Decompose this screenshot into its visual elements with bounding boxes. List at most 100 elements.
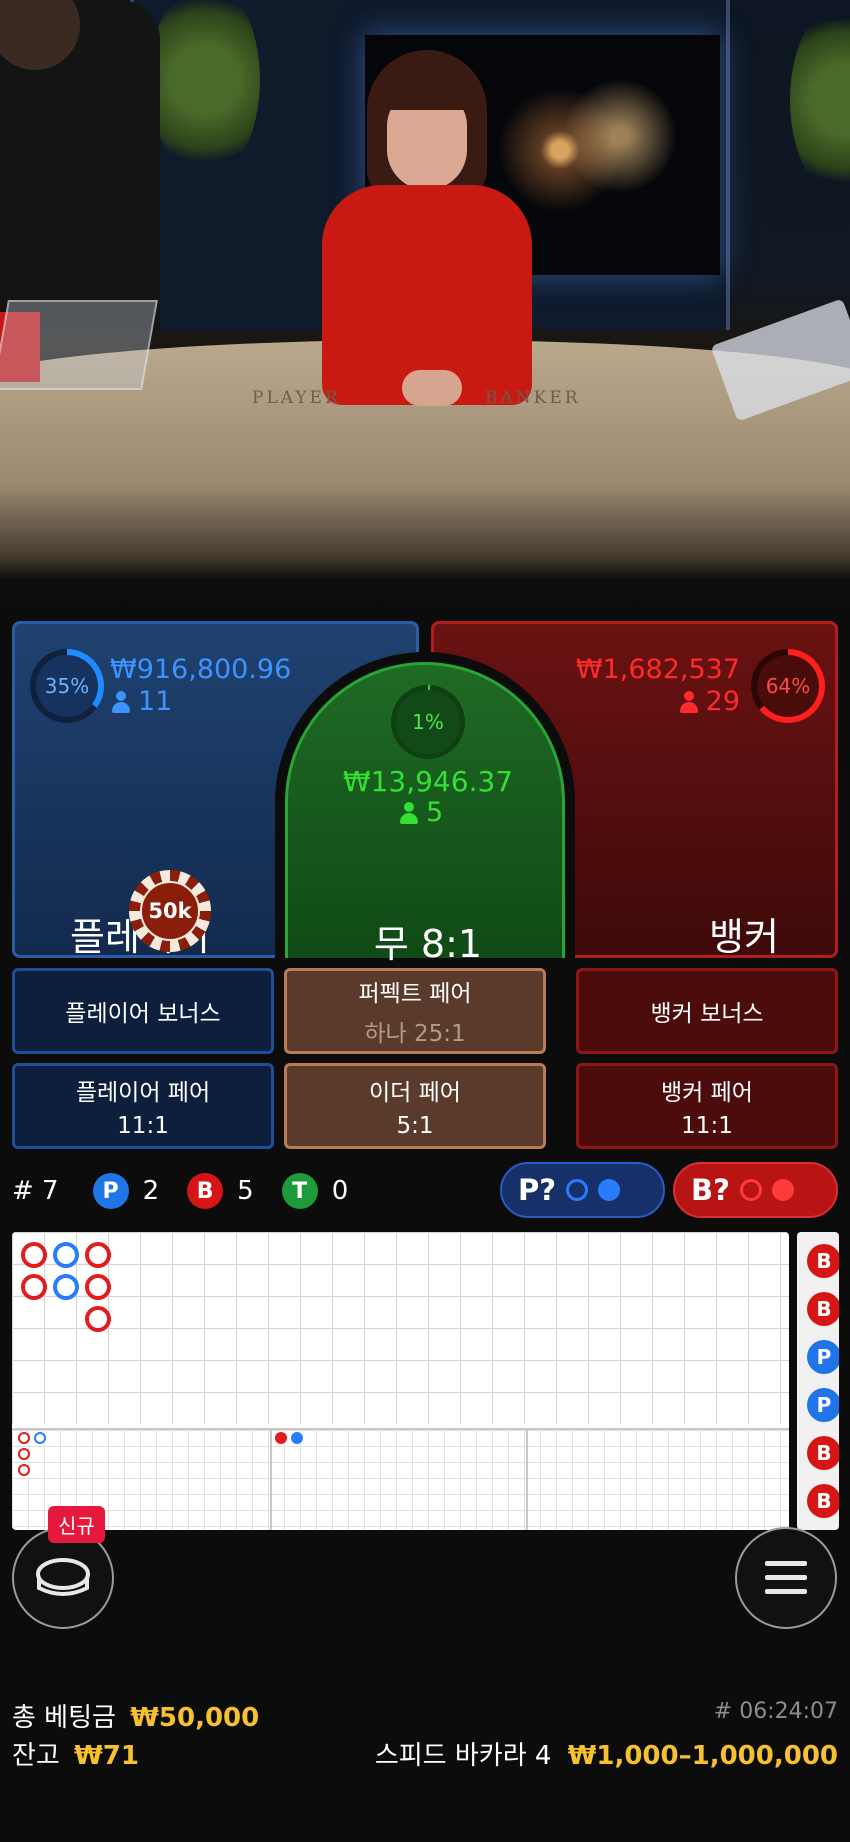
round-id: # 06:24:07 [713,1699,838,1724]
side-bead-banker: B [807,1244,839,1278]
derived-road-grid [12,1428,789,1530]
tie-percent: 1% [396,690,460,754]
player-bettors: 11 [112,686,172,717]
side-bead-player: P [807,1340,839,1374]
road-bead-player [53,1242,79,1268]
road-bead-banker [85,1242,111,1268]
banker-bettors-count: 29 [705,686,740,717]
mini-road-blue [34,1432,46,1444]
player-ask-button[interactable]: P? [500,1162,665,1218]
player-bettors-count: 11 [138,686,173,717]
live-video-feed: PLAYER BANKER [0,0,850,620]
balance: 잔고 ₩71 [12,1735,139,1772]
total-bet-label: 총 베팅금 [12,1703,116,1733]
big-road-grid [12,1232,789,1424]
player-total-amount: ₩916,800.96 [110,654,292,685]
perfect-pair-odds: 하나 25:1 [364,1021,466,1047]
either-pair-odds: 5:1 [396,1113,434,1139]
table-banker-word: BANKER [485,388,581,408]
placed-chip[interactable]: 50k [129,870,211,952]
banker-ask-label: B? [691,1173,730,1207]
player-percent: 35% [36,655,98,717]
total-bet-value: ₩50,000 [130,1703,260,1733]
new-badge: 신규 [48,1506,105,1543]
table-player-word: PLAYER [252,388,341,408]
side-bead-banker: B [807,1436,839,1470]
player-wins-stat: P 2 [92,1173,160,1209]
mini-road-red [18,1448,30,1460]
table-name: 스피드 바카라 4 [374,1741,552,1771]
banker-ask-button[interactable]: B? [673,1162,838,1218]
chat-icon [36,1558,90,1596]
player-percent-ring: 35% [30,649,104,723]
banker-bonus-button[interactable]: 뱅커 보너스 [576,968,838,1054]
player-ask-label: P? [518,1173,557,1207]
player-wins-count: 2 [142,1176,160,1206]
tie-percent-ring: 1% [391,685,465,759]
table-info: 스피드 바카라 4 ₩1,000–1,000,000 [375,1735,838,1772]
side-bead-banker: B [807,1484,839,1518]
solid-blue-icon [598,1179,621,1201]
road-bead-player [53,1274,79,1300]
side-bead-banker: B [807,1292,839,1326]
balance-label: 잔고 [12,1741,60,1771]
tie-bet-zone[interactable]: 1% ₩13,946.37 5 무 8:1 [275,652,575,966]
tie-wins-stat: T 0 [281,1173,349,1209]
banker-dot-icon: B [187,1173,224,1209]
table-limits: ₩1,000–1,000,000 [567,1741,838,1771]
player-pair-button[interactable]: 플레이어 페어 11:1 [12,1063,274,1149]
person-icon [400,801,418,824]
banker-pair-button[interactable]: 뱅커 페어 11:1 [576,1063,838,1149]
banker-total-amount: ₩1,682,537 [575,654,740,685]
menu-button[interactable] [735,1527,837,1629]
tie-total-amount: ₩13,946.37 [342,765,514,798]
player-bonus-button[interactable]: 플레이어 보너스 [12,968,274,1054]
person-icon [679,690,698,713]
banker-percent-ring: 64% [751,649,825,723]
small-road-red [275,1432,287,1444]
tie-dot-icon: T [281,1173,318,1209]
road-bead-banker [21,1274,47,1300]
player-dot-icon: P [92,1173,129,1209]
decor-plant [790,0,850,200]
mini-road-red [18,1464,30,1476]
perfect-pair-button[interactable]: 퍼펙트 페어 하나 25:1 [284,968,546,1054]
bead-road-column[interactable]: B B P P B B [797,1232,839,1530]
total-bet: 총 베팅금 ₩50,000 [12,1697,259,1734]
tie-bettors-count: 5 [426,797,444,828]
road-bead-banker [85,1306,111,1332]
road-bead-banker [85,1274,111,1300]
banker-percent: 64% [757,655,819,717]
road-divider [270,1428,272,1530]
side-bead-player: P [807,1388,839,1422]
card-discard-tray [0,300,158,390]
hollow-red-icon [739,1179,762,1201]
person-icon [112,690,130,713]
player-pair-label: 플레이어 페어 [75,1080,211,1106]
either-pair-label: 이더 페어 [369,1080,461,1106]
either-pair-button[interactable]: 이더 페어 5:1 [284,1063,546,1149]
player-bonus-label: 플레이어 보너스 [65,1001,221,1027]
banker-bonus-label: 뱅커 보너스 [650,1001,764,1027]
dealer [322,50,532,410]
balance-value: ₩71 [74,1741,139,1771]
round-number: # 7 [12,1176,59,1206]
hamburger-menu-icon [765,1561,807,1594]
banker-pair-odds: 11:1 [681,1113,733,1139]
hollow-blue-icon [566,1179,589,1201]
assistant-dealer [0,0,160,330]
round-stats: # 7 P 2 B 5 T 0 [12,1165,376,1217]
small-road-blue [291,1432,303,1444]
banker-zone-label: 뱅커 [709,915,779,959]
solid-red-icon [771,1179,794,1201]
roadmap-board[interactable] [12,1232,789,1530]
banker-pair-label: 뱅커 페어 [661,1080,753,1106]
perfect-pair-label: 퍼펙트 페어 [358,981,472,1007]
banker-bettors: 29 [679,686,740,717]
road-bead-banker [21,1242,47,1268]
road-divider [526,1428,528,1530]
banker-wins-stat: B 5 [187,1173,254,1209]
player-pair-odds: 11:1 [117,1113,169,1139]
chip-value: 50k [140,881,200,941]
tie-wins-count: 0 [331,1176,349,1206]
